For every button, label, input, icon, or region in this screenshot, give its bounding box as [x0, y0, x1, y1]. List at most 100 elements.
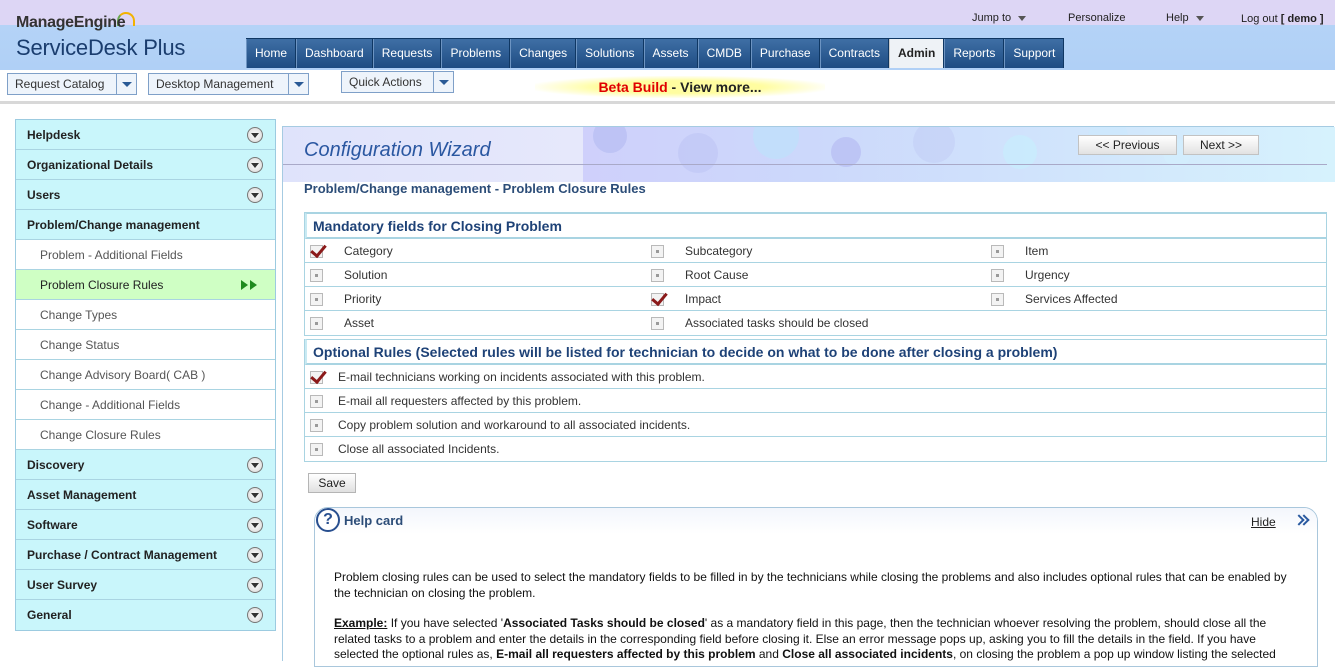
optional-rule-checkbox[interactable]: [310, 419, 323, 432]
sidebar-item-change-types[interactable]: Change Types: [16, 300, 275, 330]
expand-chevron-icon[interactable]: [247, 457, 263, 473]
sidebar-item-software[interactable]: Software: [16, 510, 275, 540]
help-example-label: Example:: [334, 616, 388, 630]
help-menu[interactable]: Help: [1166, 12, 1204, 24]
chevron-down-icon[interactable]: [116, 74, 136, 94]
sidebar-item-label: Organizational Details: [27, 158, 154, 172]
sidebar-item-users[interactable]: Users: [16, 180, 275, 210]
request-catalog-dropdown[interactable]: Request Catalog: [7, 73, 137, 95]
header-divider: [0, 101, 1335, 104]
mandatory-checkbox[interactable]: [310, 293, 323, 306]
expand-chevron-icon[interactable]: [247, 157, 263, 173]
mandatory-checkbox[interactable]: [991, 269, 1004, 282]
double-chevron-right-icon[interactable]: [1295, 516, 1307, 528]
sidebar-item-user-survey[interactable]: User Survey: [16, 570, 275, 600]
tab-cmdb[interactable]: CMDB: [697, 39, 751, 68]
sidebar-item-problem-additional-fields[interactable]: Problem - Additional Fields: [16, 240, 275, 270]
mandatory-field-label: Category: [344, 244, 393, 258]
optional-rules-heading: Optional Rules (Selected rules will be l…: [305, 339, 1326, 365]
sidebar-item-general[interactable]: General: [16, 600, 275, 630]
help-label: Help: [1166, 12, 1189, 24]
mandatory-checkbox[interactable]: [651, 269, 664, 282]
sidebar-item-problem-closure-rules[interactable]: Problem Closure Rules: [16, 270, 275, 300]
optional-rules-panel: Optional Rules (Selected rules will be l…: [304, 339, 1327, 462]
optional-rule-row: E-mail all requesters affected by this p…: [305, 389, 1326, 413]
mandatory-field-label: Asset: [344, 316, 375, 330]
sidebar-item-label: Change Closure Rules: [40, 428, 161, 442]
desktop-management-dropdown[interactable]: Desktop Management: [148, 73, 309, 95]
sidebar-item-label: User Survey: [27, 578, 98, 592]
page-title: Problem/Change management - Problem Clos…: [304, 181, 646, 196]
optional-rule-checkbox[interactable]: [310, 443, 323, 456]
sidebar-item-discovery[interactable]: Discovery: [16, 450, 275, 480]
tab-requests[interactable]: Requests: [372, 39, 442, 68]
mandatory-checkbox[interactable]: [310, 269, 323, 282]
sidebar-item-purchase-contract-management[interactable]: Purchase / Contract Management: [16, 540, 275, 570]
expand-chevron-icon[interactable]: [247, 577, 263, 593]
mandatory-checkbox[interactable]: [651, 317, 664, 330]
logout-link[interactable]: Log out [ demo ]: [1241, 13, 1324, 25]
sidebar-item-asset-management[interactable]: Asset Management: [16, 480, 275, 510]
sidebar-item-label: Software: [27, 518, 78, 532]
expand-chevron-icon[interactable]: [247, 487, 263, 503]
mandatory-fields-heading: Mandatory fields for Closing Problem: [305, 213, 1326, 239]
sidebar-item-helpdesk[interactable]: Helpdesk: [16, 120, 275, 150]
quick-actions-dropdown[interactable]: Quick Actions: [341, 71, 454, 93]
sidebar-item-change-status[interactable]: Change Status: [16, 330, 275, 360]
mandatory-checkbox[interactable]: [310, 245, 323, 258]
next-button[interactable]: Next >>: [1183, 135, 1259, 155]
optional-rule-checkbox[interactable]: [310, 371, 323, 384]
expand-chevron-icon[interactable]: [247, 517, 263, 533]
gear-decoration-icon: [678, 133, 718, 173]
sidebar-item-change-advisory-board-cab[interactable]: Change Advisory Board( CAB ): [16, 360, 275, 390]
chevron-down-icon[interactable]: [433, 72, 453, 92]
tab-support[interactable]: Support: [1004, 39, 1065, 68]
help-card-body: Problem closing rules can be used to sel…: [334, 570, 1294, 666]
jump-to-menu[interactable]: Jump to: [972, 12, 1027, 24]
expand-chevron-icon[interactable]: [247, 127, 263, 143]
save-button[interactable]: Save: [308, 473, 356, 493]
tab-contracts[interactable]: Contracts: [819, 39, 889, 68]
tab-solutions[interactable]: Solutions: [576, 39, 644, 68]
beta-build-banner[interactable]: Beta Build - View more...: [535, 76, 825, 98]
sidebar-item-label: Change Status: [40, 338, 120, 352]
mandatory-fields-grid: Category Subcategory Item Solution Root Caus…: [305, 239, 1326, 335]
mandatory-checkbox[interactable]: [651, 245, 664, 258]
help-card: ? Help card Hide Problem closing rules c…: [314, 507, 1318, 667]
logo-manageengine[interactable]: ManageEngine: [16, 14, 126, 32]
mandatory-field-label: Priority: [344, 292, 382, 306]
view-more-link[interactable]: - View more...: [668, 79, 762, 95]
optional-rule-label: Close all associated Incidents.: [338, 442, 500, 456]
mandatory-field-label: Solution: [344, 268, 388, 282]
logout-label: Log out: [1241, 13, 1278, 25]
logo-servicedesk-plus[interactable]: ServiceDesk Plus: [16, 35, 185, 61]
mandatory-field-label: Impact: [685, 292, 722, 306]
tab-assets[interactable]: Assets: [643, 39, 698, 68]
mandatory-row: Solution Root Cause Urgency: [305, 263, 1326, 287]
tab-dashboard[interactable]: Dashboard: [296, 39, 373, 68]
tab-reports[interactable]: Reports: [944, 39, 1005, 68]
help-bold-text: Associated Tasks should be closed: [503, 616, 705, 630]
tab-home[interactable]: Home: [246, 39, 297, 68]
sidebar-item-organizational-details[interactable]: Organizational Details: [16, 150, 275, 180]
main-nav: Home Dashboard Requests Problems Changes Solu…: [246, 38, 1065, 68]
personalize-link[interactable]: Personalize: [1068, 12, 1125, 24]
mandatory-checkbox[interactable]: [991, 245, 1004, 258]
tab-problems[interactable]: Problems: [441, 39, 511, 68]
sidebar-item-problem-change-management[interactable]: Problem/Change management: [16, 210, 275, 240]
sidebar-item-change-additional-fields[interactable]: Change - Additional Fields: [16, 390, 275, 420]
tab-changes[interactable]: Changes: [510, 39, 577, 68]
previous-button[interactable]: << Previous: [1078, 135, 1177, 155]
mandatory-checkbox[interactable]: [310, 317, 323, 330]
mandatory-checkbox[interactable]: [651, 293, 664, 306]
expand-chevron-icon[interactable]: [247, 607, 263, 623]
expand-chevron-icon[interactable]: [247, 187, 263, 203]
tab-admin[interactable]: Admin: [888, 39, 945, 68]
hide-help-link[interactable]: Hide: [1251, 515, 1276, 529]
tab-purchase[interactable]: Purchase: [750, 39, 820, 68]
chevron-down-icon[interactable]: [288, 74, 308, 94]
mandatory-checkbox[interactable]: [991, 293, 1004, 306]
expand-chevron-icon[interactable]: [247, 547, 263, 563]
optional-rule-checkbox[interactable]: [310, 395, 323, 408]
sidebar-item-change-closure-rules[interactable]: Change Closure Rules: [16, 420, 275, 450]
